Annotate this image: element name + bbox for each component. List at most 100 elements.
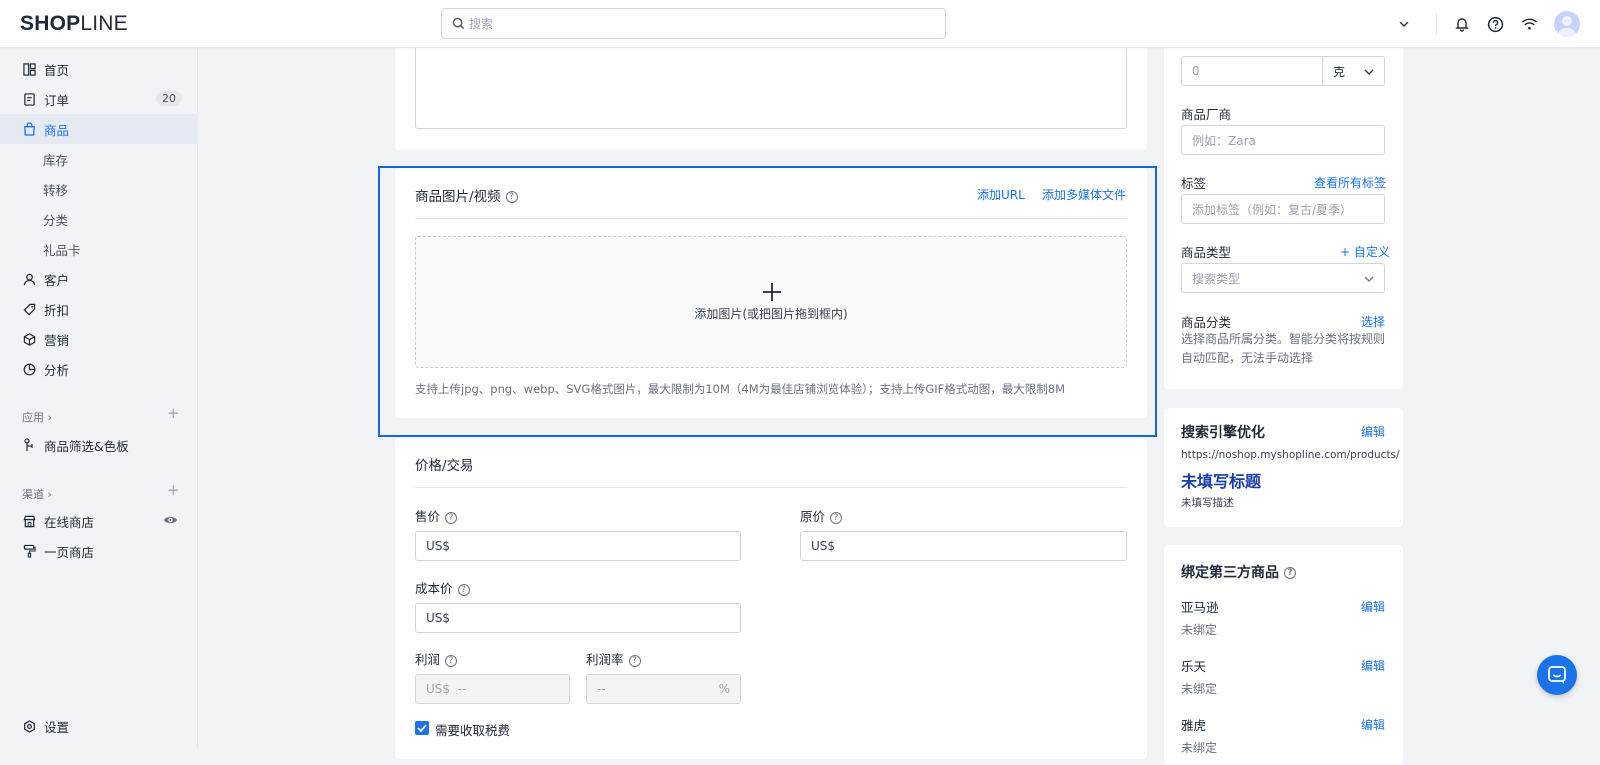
sidebar-item-label: 折扣 (44, 302, 70, 318)
seo-card: 搜索引擎优化 编辑 https://noshop.myshopline.com/… (1164, 408, 1403, 527)
help-icon[interactable] (1485, 14, 1505, 34)
category-description-line1: 选择商品所属分类。智能分类将按规则 (1181, 332, 1386, 346)
pie-chart-icon (22, 362, 36, 376)
person-icon (22, 272, 36, 286)
organization-card: 0 克 商品厂商 例如：Zara 标签 查看所有标签 添加标签（例如：复古/夏季… (1164, 40, 1403, 389)
dashboard-icon (22, 62, 36, 76)
sidebar-item-collections[interactable]: 分类 (0, 204, 198, 234)
sidebar-item-label: 在线商店 (44, 514, 95, 530)
custom-type-link[interactable]: + 自定义 (1340, 243, 1390, 260)
percent-unit: % (718, 682, 730, 696)
add-channel-plus-icon[interactable]: + (167, 481, 180, 499)
help-circle-icon[interactable]: ? (457, 583, 470, 596)
cost-price-input[interactable]: US$ (415, 603, 741, 633)
seo-title: 搜索引擎优化 (1181, 425, 1265, 441)
store-switcher-chevron-down-icon[interactable] (1394, 14, 1414, 34)
sidebar-item-analytics[interactable]: 分析 (0, 354, 198, 384)
sidebar-item-label: 首页 (44, 62, 70, 78)
tags-input[interactable]: 添加标签（例如：复古/夏季） (1181, 194, 1385, 224)
sidebar-item-marketing[interactable]: 营销 (0, 324, 198, 354)
compare-price-label: 原价? (800, 506, 843, 525)
upload-hint: 支持上传jpg、png、webp、SVG格式图片，最大限制为10M（4M为最佳店… (415, 382, 1066, 396)
rakuten-edit-link[interactable]: 编辑 (1361, 657, 1385, 674)
sidebar-item-label: 一页商店 (44, 544, 95, 560)
sidebar-item-label: 礼品卡 (43, 242, 81, 258)
sidebar-item-products[interactable]: 商品 (0, 114, 198, 144)
help-circle-icon[interactable]: ? (628, 654, 641, 667)
weight-unit-select[interactable]: 克 (1322, 56, 1385, 86)
margin-field: -- % (586, 674, 741, 704)
tax-checkbox-label: 需要收取税费 (435, 723, 511, 738)
toolbar-divider (1436, 14, 1437, 34)
margin-label: 利润率? (586, 649, 641, 668)
add-media-files-link[interactable]: 添加多媒体文件 (1042, 186, 1126, 203)
amazon-edit-link[interactable]: 编辑 (1361, 598, 1385, 615)
vendor-input[interactable]: 例如：Zara (1181, 125, 1385, 155)
view-all-tags-link[interactable]: 查看所有标签 (1314, 174, 1386, 191)
select-category-link[interactable]: 选择 (1361, 313, 1385, 330)
shopping-bag-icon (22, 122, 36, 136)
sidebar-item-inventory[interactable]: 库存 (0, 144, 198, 174)
search-box[interactable] (441, 8, 946, 39)
sidebar-item-label: 订单 (44, 92, 70, 108)
sidebar-item-customers[interactable]: 客户 (0, 264, 198, 294)
plus-icon (763, 283, 781, 301)
eye-icon[interactable] (163, 514, 178, 529)
sidebar-item-discounts[interactable]: 折扣 (0, 294, 198, 324)
sidebar-item-gift-cards[interactable]: 礼品卡 (0, 234, 198, 264)
shopline-logo[interactable]: SHOPLINE (20, 12, 128, 36)
divider (415, 487, 1127, 488)
sidebar-item-settings[interactable]: 设置 (0, 711, 198, 741)
price-input[interactable]: US$ (415, 531, 741, 561)
sidebar-item-transfers[interactable]: 转移 (0, 174, 198, 204)
tag-icon (22, 302, 36, 316)
gear-icon (22, 719, 36, 733)
help-circle-icon[interactable]: ? (445, 654, 458, 667)
sidebar-item-online-store[interactable]: 在线商店 (0, 506, 198, 536)
yahoo-edit-link[interactable]: 编辑 (1361, 716, 1385, 733)
third-party-title: 绑定第三方商品? (1181, 562, 1296, 582)
top-bar: SHOPLINE (0, 0, 1600, 48)
help-circle-icon[interactable]: ? (1284, 567, 1296, 579)
user-avatar[interactable] (1554, 11, 1580, 37)
sidebar-item-one-page-shop[interactable]: 一页商店 (0, 536, 198, 566)
search-icon (452, 17, 465, 30)
sidebar-item-orders[interactable]: 订单 20 (0, 84, 198, 114)
weight-input[interactable]: 0 (1181, 56, 1323, 86)
pricing-card: 价格/交易 售价? US$ 原价? US$ 成本价? US$ 利润? US$ -… (395, 439, 1147, 759)
product-type-select[interactable]: 搜索类型 (1181, 263, 1385, 293)
chat-support-button[interactable] (1537, 655, 1577, 695)
sidebar-item-label: 客户 (44, 272, 70, 288)
compare-price-input[interactable]: US$ (800, 531, 1127, 561)
add-url-link[interactable]: 添加URL (977, 186, 1025, 203)
chevron-down-icon (1364, 276, 1374, 282)
description-editor[interactable] (415, 40, 1127, 129)
seo-edit-link[interactable]: 编辑 (1361, 423, 1385, 440)
search-input[interactable] (469, 15, 929, 33)
bell-icon[interactable] (1452, 14, 1472, 34)
sidebar: 首页 订单 20 商品 库存 转移 分类 礼品卡 客户 折扣 营销 分析 应用 … (0, 48, 198, 748)
tax-checkbox[interactable] (415, 721, 429, 735)
seo-page-title: 未填写标题 (1181, 472, 1262, 491)
filter-app-icon (22, 438, 36, 452)
rakuten-label: 乐天 (1181, 659, 1207, 674)
sidebar-item-product-filter-app[interactable]: 商品筛选&色板 (0, 430, 198, 460)
media-dropzone[interactable]: 添加图片(或把图片拖到框内) (415, 236, 1127, 368)
order-count-badge: 20 (156, 91, 182, 106)
rakuten-status: 未绑定 (1181, 682, 1218, 696)
add-app-plus-icon[interactable]: + (167, 404, 180, 422)
sidebar-item-label: 库存 (43, 152, 69, 168)
help-circle-icon[interactable]: ? (830, 511, 843, 524)
apps-section-header[interactable]: 应用 › (22, 409, 52, 425)
profit-label: 利润? (415, 649, 458, 668)
category-label: 商品分类 (1181, 315, 1232, 330)
wifi-icon[interactable] (1519, 14, 1539, 34)
sidebar-item-home[interactable]: 首页 (0, 54, 198, 84)
pricing-title: 价格/交易 (415, 458, 474, 474)
help-circle-icon[interactable]: ? (445, 511, 458, 524)
dropzone-text: 添加图片(或把图片拖到框内) (694, 307, 848, 321)
category-description-line2: 自动匹配，无法手动选择 (1181, 351, 1314, 365)
help-circle-icon[interactable]: ? (505, 191, 518, 203)
channels-section-header[interactable]: 渠道 › (22, 486, 52, 502)
product-type-label: 商品类型 (1181, 245, 1232, 260)
